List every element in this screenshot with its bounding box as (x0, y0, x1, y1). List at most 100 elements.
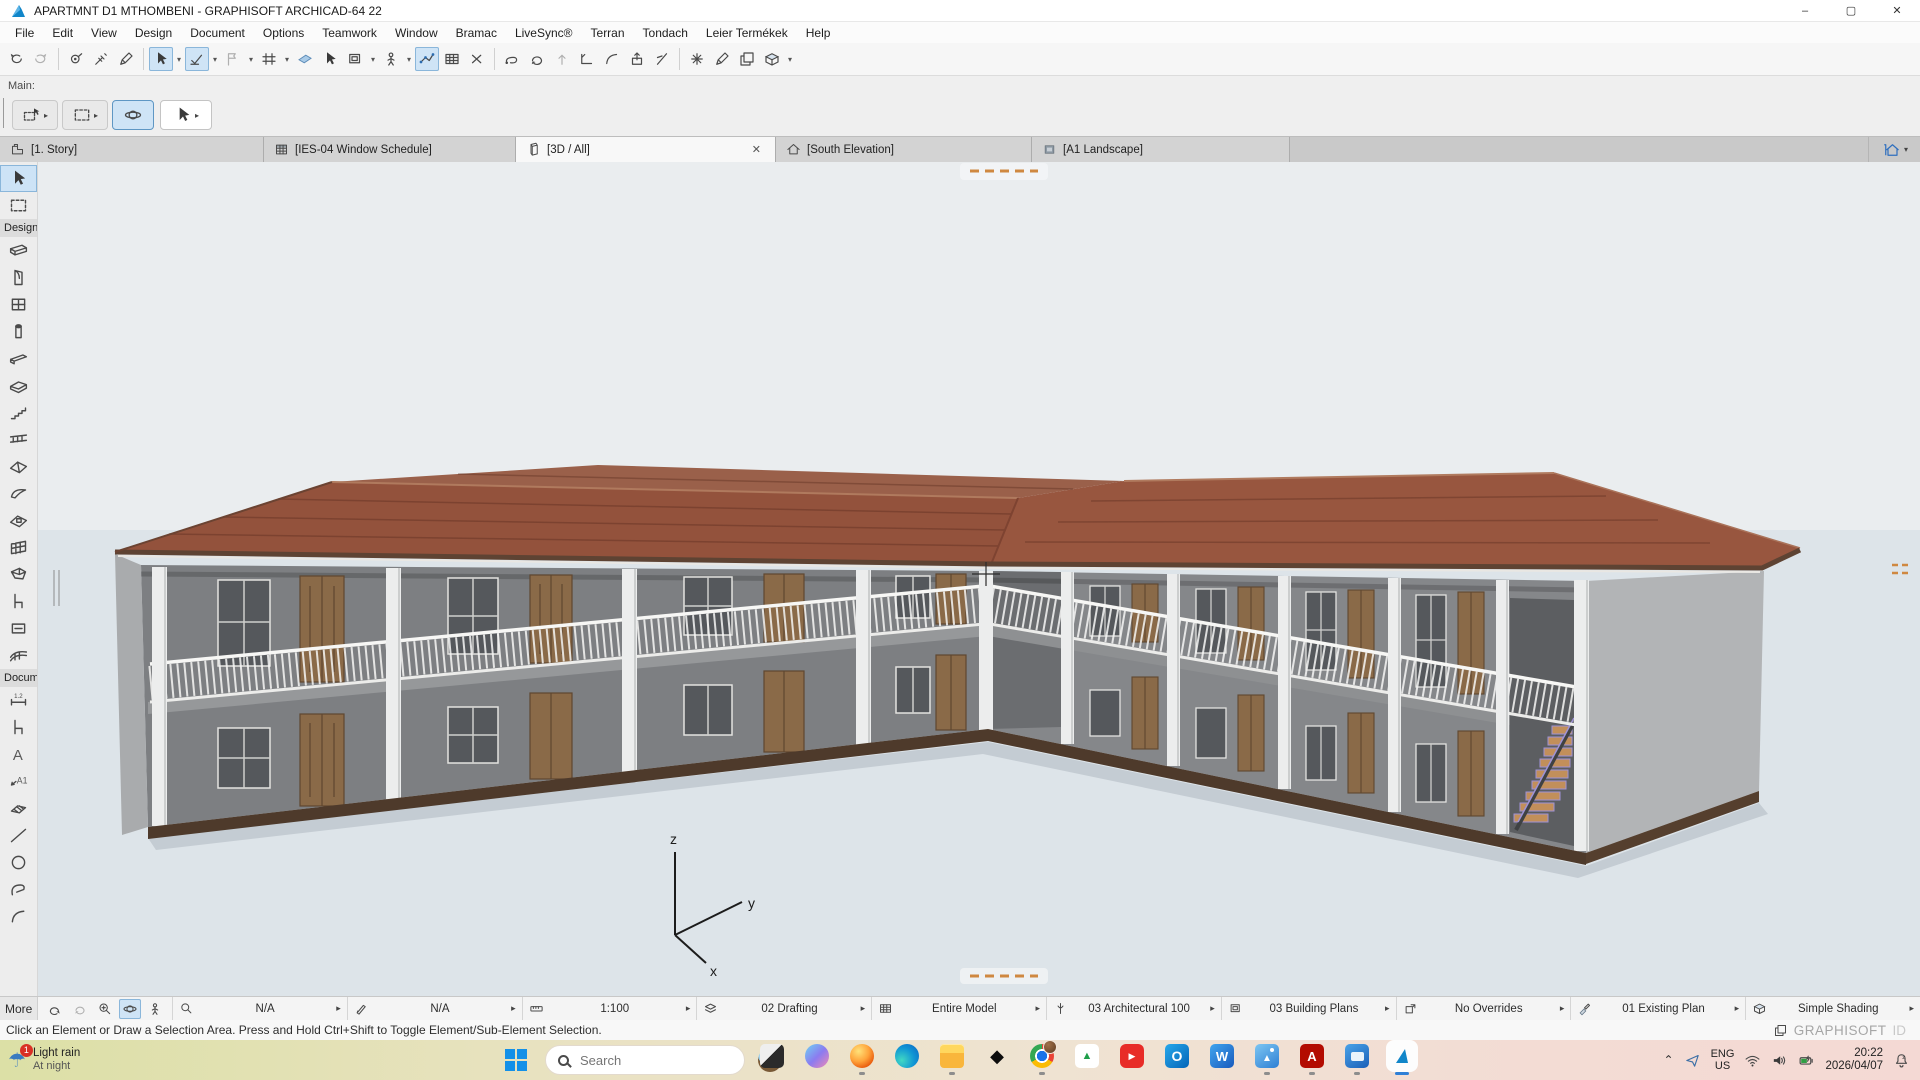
quick-layout-book[interactable]: 03 Building Plans▸ (1222, 997, 1397, 1020)
flyout-caret[interactable]: ▾ (404, 47, 414, 71)
toolbox-more[interactable]: More (0, 997, 38, 1020)
quick-scale[interactable]: 1:100▸ (523, 997, 698, 1020)
weather-widget[interactable]: ☂1 Light rain At night (0, 1047, 200, 1073)
zoom-in-icon[interactable] (94, 999, 116, 1019)
quick-zoom-preset[interactable]: N/A▸ (173, 997, 348, 1020)
redo-icon[interactable] (29, 47, 53, 71)
close-button[interactable]: ✕ (1874, 0, 1920, 21)
taskbar-archicad[interactable] (1390, 1044, 1414, 1068)
pick-up-parameters-icon[interactable] (89, 47, 113, 71)
marquee-select-button[interactable]: ▸ (12, 100, 58, 130)
menu-tondach[interactable]: Tondach (634, 24, 697, 42)
toolbox-railing[interactable] (0, 426, 37, 453)
graphisoft-id[interactable]: GRAPHISOFT ID (1773, 1023, 1920, 1038)
trim-corner-icon[interactable] (575, 47, 599, 71)
menu-teamwork[interactable]: Teamwork (313, 24, 386, 42)
toolbox-mesh[interactable] (0, 642, 37, 669)
taskbar-stocks[interactable] (1075, 1044, 1099, 1068)
quick-graphic-overrides[interactable]: No Overrides▸ (1397, 997, 1572, 1020)
3d-viewport[interactable]: z y x (38, 162, 1920, 996)
menu-bramac[interactable]: Bramac (447, 24, 506, 42)
dimension-check-icon[interactable] (185, 47, 209, 71)
toolbox-line[interactable] (0, 822, 37, 849)
toolbox-circle[interactable] (0, 849, 37, 876)
adjust-arc-icon[interactable] (600, 47, 624, 71)
toolbox-label[interactable] (0, 768, 37, 795)
taskbar-dropbox[interactable] (985, 1044, 1009, 1068)
flyout-caret[interactable]: ▾ (210, 47, 220, 71)
solid-ops-icon[interactable] (735, 47, 759, 71)
language-indicator[interactable]: ENG US (1711, 1048, 1735, 1072)
back-icon[interactable] (44, 999, 66, 1019)
battery-icon[interactable] (1798, 1052, 1815, 1069)
show-3d-icon[interactable] (760, 47, 784, 71)
grid-snap-icon[interactable] (257, 47, 281, 71)
minimize-button[interactable]: – (1782, 0, 1828, 21)
tab-south-elevation[interactable]: [South Elevation] (776, 137, 1032, 162)
toolbox-beam[interactable] (0, 345, 37, 372)
forward-icon[interactable] (69, 999, 91, 1019)
split-icon[interactable] (650, 47, 674, 71)
toolbox-dimension[interactable] (0, 687, 37, 714)
wifi-icon[interactable] (1744, 1052, 1761, 1069)
star-grid-icon[interactable] (685, 47, 709, 71)
marquee-arrow-button[interactable]: ▸ (62, 100, 108, 130)
quick-3d-style[interactable]: Simple Shading▸ (1746, 997, 1920, 1020)
close-tab-icon[interactable]: ✕ (748, 143, 765, 156)
pan-widget-top[interactable] (960, 163, 1048, 180)
undo-icon[interactable] (4, 47, 28, 71)
menu-leier[interactable]: Leier Termékek (697, 24, 797, 42)
toolbox-spline[interactable] (0, 903, 37, 930)
quick-model-view-options[interactable]: Entire Model▸ (872, 997, 1047, 1020)
palette-drag-handle[interactable] (3, 98, 4, 128)
flyout-caret[interactable]: ▾ (282, 47, 292, 71)
notification-bell-icon[interactable] (1893, 1052, 1910, 1069)
search-box[interactable] (545, 1045, 745, 1075)
move-up-icon[interactable] (550, 47, 574, 71)
menu-options[interactable]: Options (254, 24, 313, 42)
toolbox-fill[interactable] (0, 795, 37, 822)
explode-icon[interactable] (625, 47, 649, 71)
toolbox-roof[interactable] (0, 453, 37, 480)
tab-a1-landscape[interactable]: [A1 Landscape] (1032, 137, 1290, 162)
delete-icon[interactable] (465, 47, 489, 71)
toolbox-zone[interactable] (0, 615, 37, 642)
taskbar-movies-tv[interactable] (1345, 1044, 1369, 1068)
find-select-icon[interactable] (64, 47, 88, 71)
edit-path-icon[interactable] (415, 47, 439, 71)
quick-layer-combination[interactable]: 02 Drafting▸ (697, 997, 872, 1020)
toolbox-shell[interactable] (0, 480, 37, 507)
orbit-icon[interactable] (119, 999, 141, 1019)
pencil-icon[interactable] (710, 47, 734, 71)
work-plane-icon[interactable] (293, 47, 317, 71)
menu-livesync[interactable]: LiveSync® (506, 24, 582, 42)
taskbar-photos[interactable] (1255, 1044, 1279, 1068)
quick-pen-set[interactable]: 03 Architectural 100▸ (1047, 997, 1222, 1020)
toolbox-select[interactable] (0, 165, 37, 192)
menu-design[interactable]: Design (126, 24, 181, 42)
schedule-table-icon[interactable] (440, 47, 464, 71)
frame-icon[interactable] (343, 47, 367, 71)
toolbox-wall[interactable] (0, 237, 37, 264)
inject-parameters-icon[interactable] (114, 47, 138, 71)
taskbar-chrome[interactable] (1030, 1044, 1054, 1068)
menu-terran[interactable]: Terran (582, 24, 634, 42)
maximize-button[interactable]: ▢ (1828, 0, 1874, 21)
flyout-caret[interactable]: ▾ (785, 47, 795, 71)
toolbox-column[interactable] (0, 318, 37, 345)
taskbar-youtube[interactable] (1120, 1044, 1144, 1068)
toolbox-morph[interactable] (0, 561, 37, 588)
volume-icon[interactable] (1771, 1052, 1788, 1069)
sub-element-arrow-icon[interactable] (318, 47, 342, 71)
tray-chevron-icon[interactable]: ⌃ (1664, 1053, 1674, 1067)
quick-renovation-filter[interactable]: 01 Existing Plan▸ (1571, 997, 1746, 1020)
toolbox-object[interactable] (0, 588, 37, 615)
3d-model-building[interactable]: z y x (38, 162, 1920, 996)
toolbox-stair[interactable] (0, 399, 37, 426)
taskbar-outlook[interactable] (1165, 1044, 1189, 1068)
toolbox-figure[interactable] (0, 714, 37, 741)
toolbox-text[interactable] (0, 741, 37, 768)
taskbar-firefox[interactable] (850, 1044, 874, 1068)
flyout-caret[interactable]: ▾ (368, 47, 378, 71)
toolbox-window[interactable] (0, 291, 37, 318)
